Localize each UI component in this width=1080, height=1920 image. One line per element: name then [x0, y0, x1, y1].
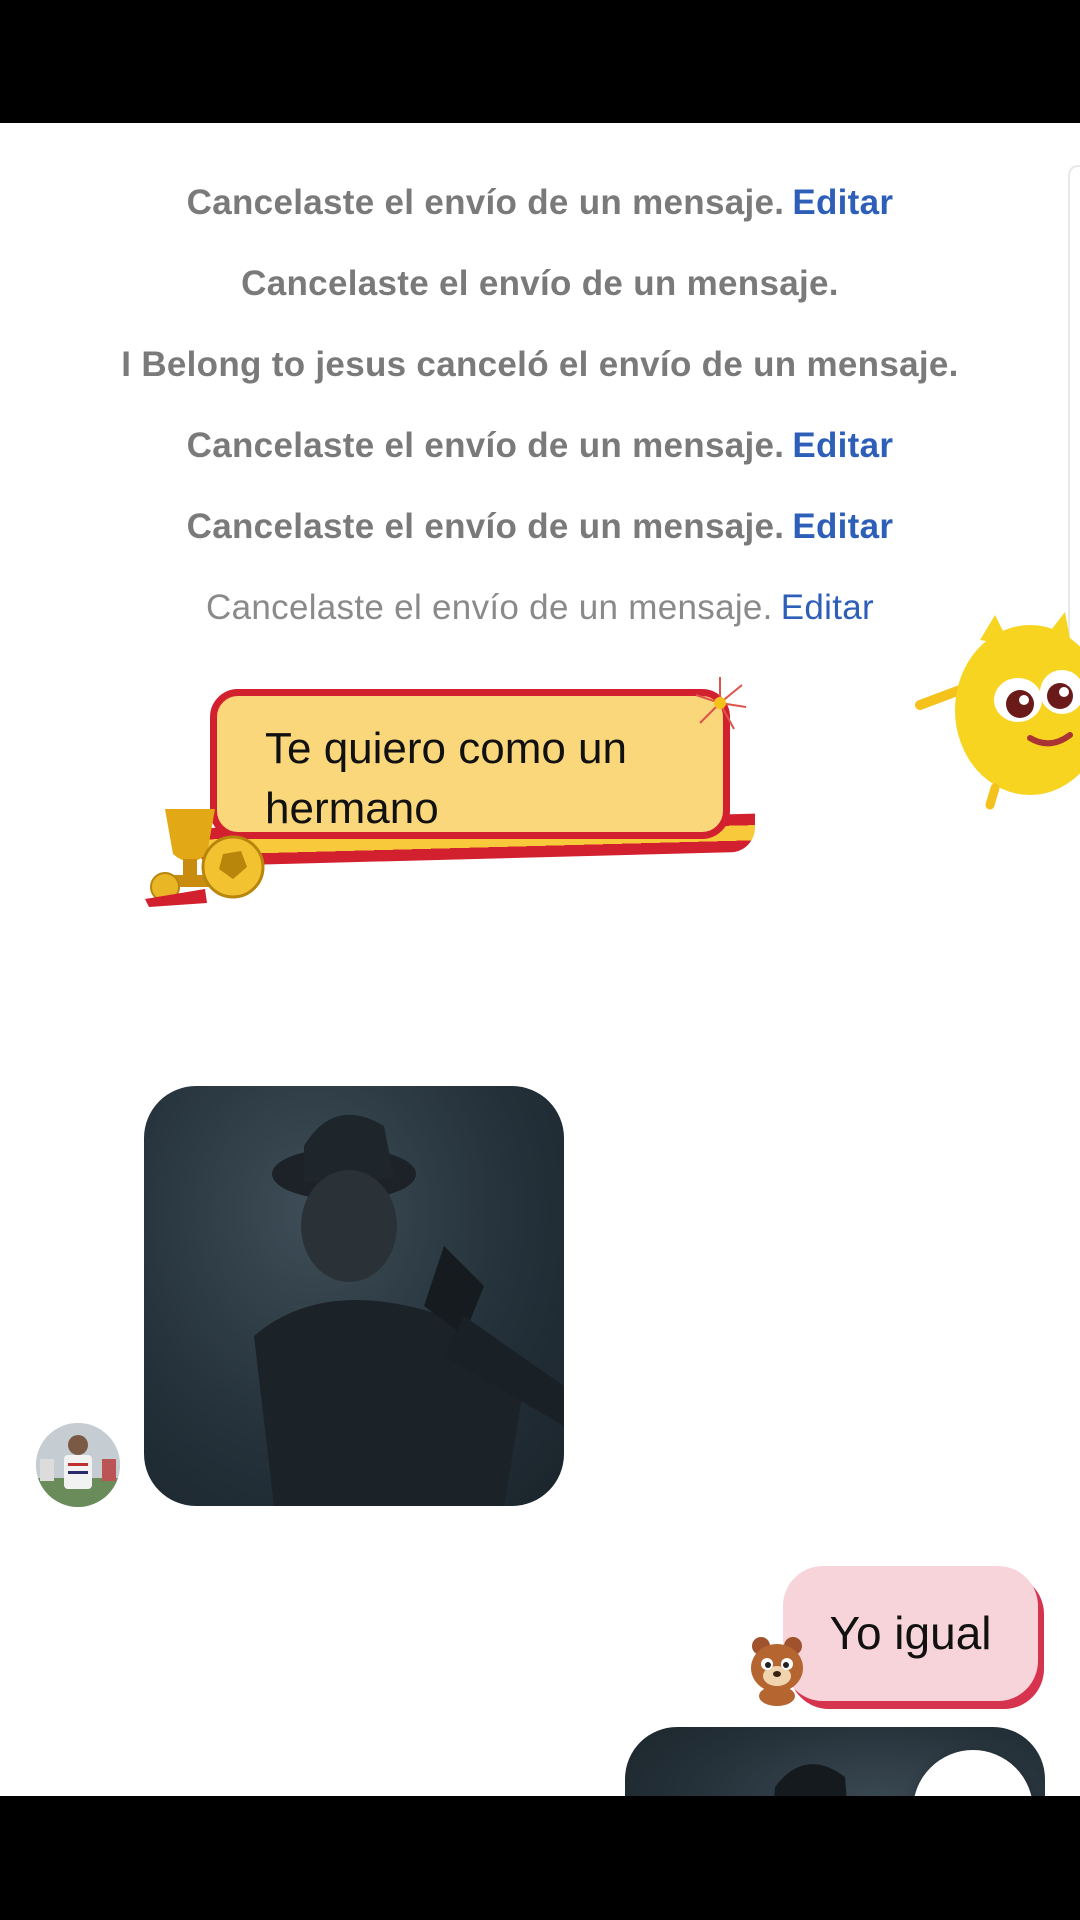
screen: Cancelaste el envío de un mensaje. Editar… [0, 0, 1080, 1920]
system-message-text: Cancelaste el envío de un mensaje. [186, 183, 785, 222]
system-message-text: Cancelaste el envío de un mensaje. [186, 426, 785, 465]
sparkle-icon [695, 677, 747, 730]
system-message: Cancelaste el envío de un mensaje. [0, 264, 1080, 304]
system-message-text: Cancelaste el envío de un mensaje. [206, 588, 773, 627]
video-frame-icon [254, 1114, 564, 1506]
received-sticker-message[interactable]: Te quiero como un hermano [145, 677, 775, 907]
system-message-text: Cancelaste el envío de un mensaje. [241, 264, 839, 303]
received-video-thumbnail[interactable] [144, 1086, 564, 1506]
edit-link[interactable]: Editar [792, 183, 893, 222]
system-message: Cancelaste el envío de un mensaje. Editar [0, 183, 1080, 223]
avatar-photo-icon [36, 1423, 120, 1507]
system-message: Cancelaste el envío de un mensaje. Editar [0, 507, 1080, 547]
trophy-icon [145, 809, 265, 907]
message-text: Te quiero como un hermano [265, 724, 627, 833]
bear-icon [751, 1637, 803, 1706]
system-message: I Belong to jesus canceló el envío de un… [0, 345, 1080, 385]
system-message-text: Cancelaste el envío de un mensaje. [186, 507, 785, 546]
chevron-down-icon [949, 1786, 997, 1796]
edit-link[interactable]: Editar [792, 426, 893, 465]
system-message-text: I Belong to jesus canceló el envío de un… [121, 345, 959, 384]
system-message: Cancelaste el envío de un mensaje. Editar [0, 426, 1080, 466]
sent-message[interactable]: Yo igual [745, 1566, 1045, 1716]
edit-link[interactable]: Editar [792, 507, 893, 546]
chat-thread[interactable]: Cancelaste el envío de un mensaje. Editar… [0, 123, 1080, 1796]
edit-link[interactable]: Editar [781, 588, 874, 627]
mascot-sticker-icon [915, 612, 1080, 810]
message-text: Yo igual [829, 1607, 992, 1659]
navigation-bar [0, 1796, 1080, 1920]
contact-avatar[interactable] [36, 1423, 120, 1507]
status-bar [0, 0, 1080, 123]
